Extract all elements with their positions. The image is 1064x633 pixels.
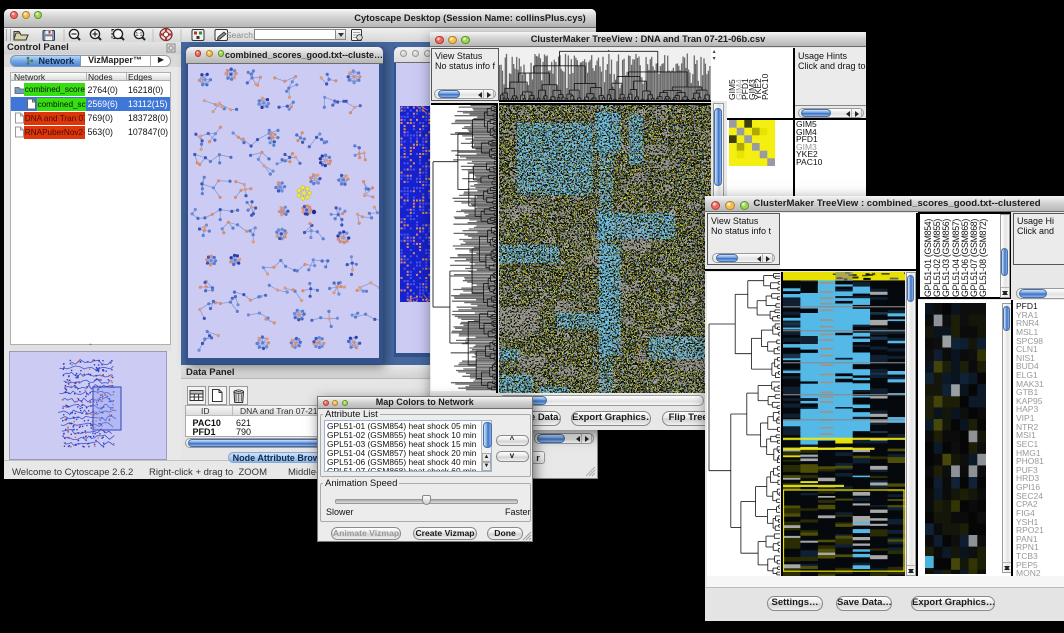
svg-text:1:1: 1:1 [136,32,143,38]
